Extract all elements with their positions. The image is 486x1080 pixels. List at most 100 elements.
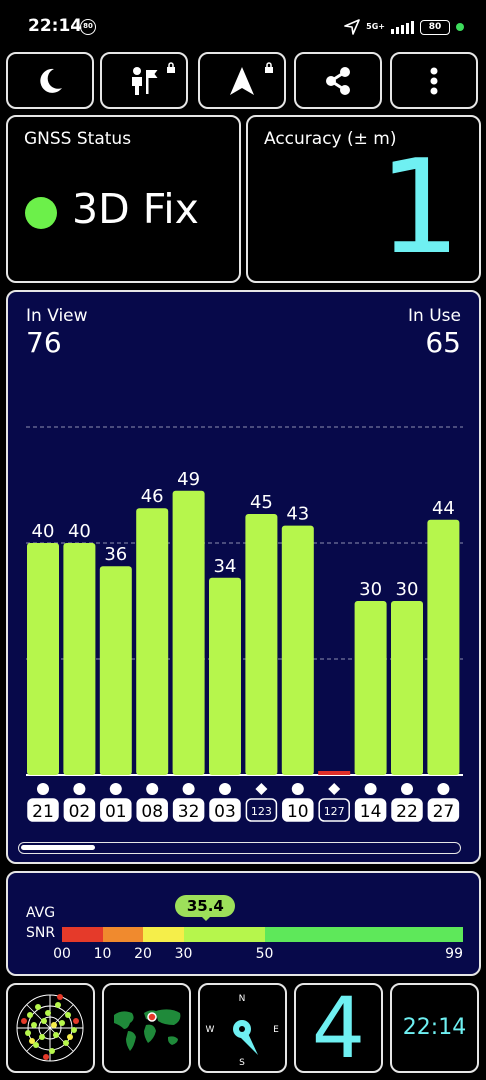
scrollbar-thumb[interactable] bbox=[21, 845, 96, 850]
constellation-marker bbox=[219, 783, 231, 795]
snr-scale-tick: 99 bbox=[445, 946, 463, 962]
snr-bar bbox=[354, 601, 387, 775]
snr-scale-segment bbox=[264, 927, 463, 942]
gnss-status-card[interactable]: GNSS Status 3D Fix bbox=[6, 115, 241, 283]
sky-radar-icon bbox=[16, 994, 84, 1062]
snr-scale-bar bbox=[62, 927, 463, 942]
snr-bar bbox=[281, 525, 314, 775]
constellation-marker bbox=[255, 783, 268, 795]
location-arrow-icon bbox=[344, 19, 360, 35]
snr-value-label: 30 bbox=[359, 579, 382, 600]
satellite-id-label: 03 bbox=[214, 802, 236, 822]
satellite-id-label: 14 bbox=[360, 802, 382, 822]
snr-bar bbox=[318, 771, 351, 775]
constellation-marker bbox=[437, 783, 450, 795]
locked-feature-button-1[interactable] bbox=[100, 52, 188, 109]
satellite-id-label: 08 bbox=[141, 802, 163, 822]
clock-tile[interactable]: 22:14 bbox=[390, 983, 479, 1073]
locked-feature-button-2[interactable] bbox=[198, 52, 286, 109]
avg-label: AVG bbox=[26, 905, 56, 921]
avg-snr-value: 35.4 bbox=[175, 895, 236, 921]
satellite-scrollbar[interactable] bbox=[18, 842, 461, 854]
constellation-marker bbox=[37, 783, 49, 795]
satellite-snr-card[interactable]: In View 76 In Use 65 40 21 40 02 36 01 46 08 49 3… bbox=[6, 290, 481, 864]
snr-bar bbox=[209, 577, 241, 775]
satellite-id-label: 127 bbox=[324, 805, 345, 818]
snr-scale-segment bbox=[183, 927, 265, 942]
snr-bar bbox=[27, 543, 59, 775]
snr-value-label: 49 bbox=[177, 469, 200, 490]
compass-s: S bbox=[239, 1058, 245, 1068]
snr-value-label: 36 bbox=[104, 544, 127, 565]
snr-value-label: 40 bbox=[68, 521, 91, 542]
snr-value-label: 30 bbox=[396, 579, 419, 600]
notification-badge: 80 bbox=[80, 19, 96, 35]
moon-icon bbox=[40, 68, 62, 93]
snr-label: SNR bbox=[26, 925, 56, 941]
constellation-marker bbox=[109, 783, 122, 795]
snr-scale-tick: 50 bbox=[255, 946, 274, 962]
world-map-tile[interactable] bbox=[102, 983, 191, 1073]
snr-bar bbox=[172, 490, 205, 775]
lock-icon bbox=[265, 62, 273, 73]
satellite-id-label: 123 bbox=[251, 805, 272, 818]
snr-scale-tick: 20 bbox=[134, 946, 152, 962]
lock-icon bbox=[167, 62, 175, 73]
sky-radar-tile[interactable] bbox=[6, 983, 95, 1073]
snr-value-label: 43 bbox=[286, 504, 309, 525]
avg-snr-card[interactable]: AVG SNR 35.4 00 10 20 30 50 99 bbox=[6, 871, 481, 976]
status-icons: 5G+ 80 bbox=[344, 16, 464, 38]
privacy-dot-icon bbox=[456, 23, 464, 31]
big-number: 4 bbox=[311, 979, 366, 1077]
snr-bar-chart: 40 21 40 02 36 01 46 08 49 32 34 03 45 123 43 10 127 30 14… bbox=[26, 426, 463, 822]
snr-scale-segment bbox=[62, 927, 103, 942]
compass-e: E bbox=[273, 1025, 279, 1035]
snr-scale-segment bbox=[143, 927, 184, 942]
snr-scale-tick: 00 bbox=[53, 946, 71, 962]
constellation-marker bbox=[291, 783, 304, 795]
person-flag-icon bbox=[132, 66, 158, 95]
constellation-marker bbox=[182, 783, 195, 795]
satellite-id-label: 27 bbox=[433, 802, 455, 822]
snr-scale-tick: 30 bbox=[174, 946, 193, 962]
snr-scale-tick: 10 bbox=[93, 946, 112, 962]
snr-bar bbox=[136, 508, 169, 775]
clock-time: 22:14 bbox=[402, 1015, 467, 1040]
compass-n: N bbox=[239, 994, 246, 1004]
share-icon bbox=[326, 66, 350, 95]
more-options-button[interactable] bbox=[390, 52, 478, 109]
fix-indicator bbox=[25, 197, 57, 229]
constellation-marker bbox=[401, 783, 413, 795]
battery-icon: 80 bbox=[420, 19, 450, 35]
constellation-marker bbox=[328, 783, 341, 795]
snr-value-label: 45 bbox=[250, 492, 273, 513]
snr-bar bbox=[63, 543, 96, 775]
satellite-id-label: 21 bbox=[32, 802, 54, 822]
snr-bar bbox=[99, 566, 132, 775]
accuracy-value: 1 bbox=[378, 131, 461, 283]
signal-bars-icon bbox=[391, 20, 414, 34]
more-vert-icon bbox=[430, 67, 438, 94]
snr-value-label: 44 bbox=[432, 498, 455, 519]
status-bar: 22:14 80 5G+ 80 bbox=[0, 0, 486, 50]
satellite-id-label: 10 bbox=[287, 802, 309, 822]
compass-tile[interactable]: N E S W bbox=[198, 983, 287, 1073]
snr-scale-segment bbox=[102, 927, 143, 942]
gnss-status-title: GNSS Status bbox=[24, 129, 132, 149]
share-button[interactable] bbox=[294, 52, 382, 109]
satellite-id-label: 01 bbox=[105, 802, 127, 822]
navigation-arrow-icon bbox=[230, 66, 254, 95]
snr-value-label: 34 bbox=[214, 556, 237, 577]
big-number-tile[interactable]: 4 bbox=[294, 979, 383, 1077]
constellation-marker bbox=[364, 783, 377, 795]
snr-value-label: 46 bbox=[141, 486, 164, 507]
accuracy-card[interactable]: Accuracy (± m) 1 bbox=[246, 115, 481, 283]
constellation-marker bbox=[146, 783, 159, 795]
constellation-marker bbox=[73, 783, 86, 795]
snr-value-label: 40 bbox=[32, 521, 55, 542]
satellite-id-label: 22 bbox=[396, 802, 418, 822]
night-mode-button[interactable] bbox=[6, 52, 94, 109]
accuracy-title: Accuracy (± m) bbox=[264, 129, 397, 149]
compass-w: W bbox=[206, 1025, 215, 1035]
snr-bar bbox=[391, 601, 423, 775]
